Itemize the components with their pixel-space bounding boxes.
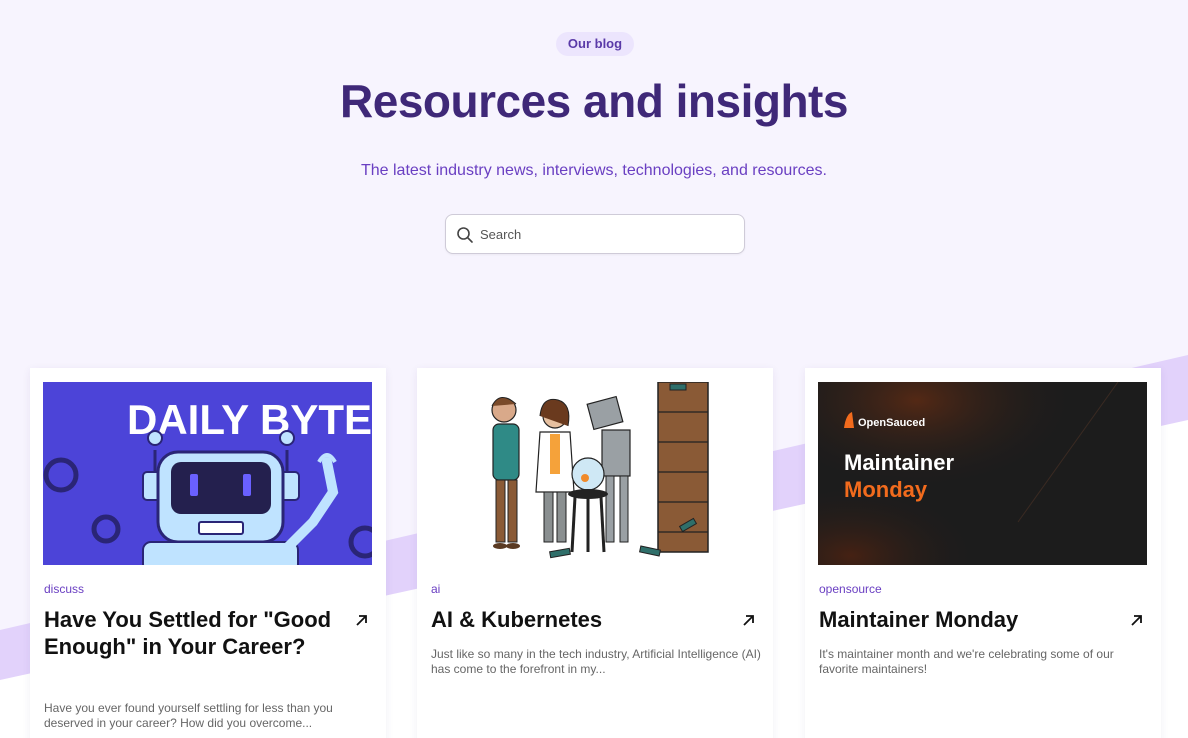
svg-text:Monday: Monday [844, 477, 928, 502]
post-tag[interactable]: ai [431, 582, 440, 596]
daily-byte-text: DAILY BYTE [127, 396, 372, 443]
post-title[interactable]: Have You Settled for "Good Enough" in Yo… [44, 606, 344, 660]
arrow-up-right-icon[interactable] [354, 612, 370, 628]
arrow-up-right-icon[interactable] [1129, 612, 1145, 628]
post-excerpt: Just like so many in the tech industry, … [431, 647, 761, 676]
post-thumbnail: OpenSauced Maintainer Monday [818, 382, 1147, 565]
svg-text:OpenSauced: OpenSauced [858, 417, 925, 429]
post-thumbnail: DAILY BYTE [43, 382, 372, 565]
blog-card[interactable]: OpenSauced Maintainer Monday opensource … [805, 368, 1161, 738]
blog-badge: Our blog [556, 32, 634, 56]
post-title[interactable]: AI & Kubernetes [431, 606, 731, 633]
post-thumbnail [430, 382, 759, 565]
post-tag[interactable]: opensource [819, 582, 882, 596]
page-subtitle: The latest industry news, interviews, te… [360, 162, 827, 179]
search-icon [457, 227, 473, 243]
post-title[interactable]: Maintainer Monday [819, 606, 1119, 633]
blog-card[interactable]: DAILY BYTE discuss Have You Settled for … [30, 368, 386, 738]
post-excerpt: Have you ever found yourself settling fo… [44, 701, 333, 730]
blog-card[interactable]: ai AI & Kubernetes Just like so many in … [417, 368, 773, 738]
svg-text:Maintainer: Maintainer [844, 450, 954, 475]
search-box[interactable] [445, 214, 745, 254]
page-title: Resources and insights [340, 75, 848, 127]
search-input[interactable] [480, 215, 730, 253]
post-tag[interactable]: discuss [44, 582, 84, 596]
arrow-up-right-icon[interactable] [741, 612, 757, 628]
post-excerpt: It's maintainer month and we're celebrat… [819, 647, 1114, 676]
